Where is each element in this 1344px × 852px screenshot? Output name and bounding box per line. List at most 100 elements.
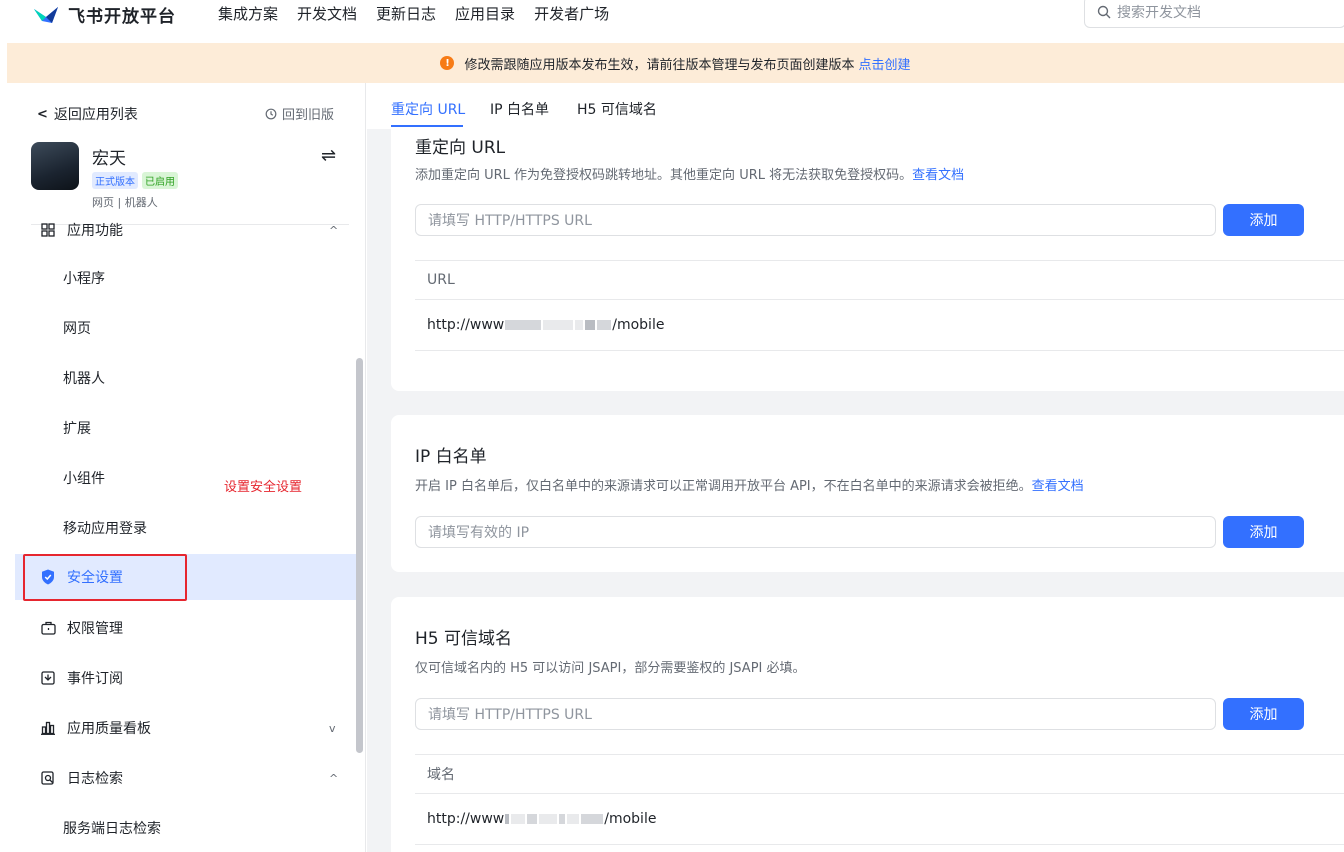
nav-menu: 集成方案 开发文档 更新日志 应用目录 开发者广场: [218, 3, 628, 24]
redacted-block: [505, 813, 510, 824]
notice-text: 修改需跟随应用版本发布生效，请前往版本管理与发布页面创建版本: [464, 57, 855, 73]
bar-chart-icon: [40, 720, 56, 736]
h5-domain-desc: 仅可信域名内的 H5 可以访问 JSAPI，部分需要鉴权的 JSAPI 必填。: [415, 661, 806, 676]
sidebar-item-label: 事件订阅: [67, 671, 123, 687]
sidebar-item-server-log-search[interactable]: 服务端日志检索: [7, 805, 357, 851]
h5-add-button[interactable]: 添加: [1223, 698, 1304, 730]
sidebar-item-label: 小组件: [63, 471, 105, 487]
input-placeholder: 请填写 HTTP/HTTPS URL: [428, 213, 592, 229]
redirect-url-card: 重定向 URL 添加重定向 URL 作为免登授权码跳转地址。其他重定向 URL …: [391, 129, 1344, 391]
brand-logo[interactable]: 飞书开放平台: [32, 2, 176, 27]
sidebar-item-web[interactable]: 网页: [7, 305, 357, 351]
back-to-app-list[interactable]: < 返回应用列表: [37, 104, 138, 124]
sidebar-item-quality-dashboard[interactable]: 应用质量看板 v: [7, 705, 357, 751]
ip-add-button[interactable]: 添加: [1223, 516, 1304, 548]
row-url-prefix: http://www: [427, 316, 505, 333]
tab-active-indicator: [391, 125, 463, 127]
sidebar-item-app-features[interactable]: 应用功能 ^: [7, 207, 357, 253]
nav-item-changelog[interactable]: 更新日志: [376, 3, 436, 24]
sidebar-item-bot[interactable]: 机器人: [7, 355, 357, 401]
app-avatar: [31, 142, 79, 190]
ip-whitelist-desc: 开启 IP 白名单后，仅白名单中的来源请求可以正常调用开放平台 API，不在白名…: [415, 475, 1084, 494]
feishu-logo-icon: [34, 6, 58, 23]
old-version-link[interactable]: 回到旧版: [265, 104, 334, 123]
redirect-doc-link[interactable]: 查看文档: [912, 168, 964, 183]
app-name: 宏天: [92, 149, 126, 169]
sidebar-item-mini-program[interactable]: 小程序: [7, 255, 357, 301]
briefcase-icon: [40, 620, 56, 636]
redacted-block: [567, 813, 580, 824]
redirect-url-input[interactable]: 请填写 HTTP/HTTPS URL: [415, 204, 1216, 236]
warning-icon: !: [440, 56, 455, 70]
switch-app-icon[interactable]: ⇌: [321, 145, 336, 166]
h5-table-header: 域名: [415, 754, 1344, 794]
redacted-block: [543, 319, 574, 330]
event-icon: [40, 670, 56, 686]
column-domain: 域名: [427, 767, 455, 783]
grid-icon: [40, 222, 56, 238]
search-placeholder: 搜索开发文档: [1117, 5, 1201, 21]
search-icon: [1097, 5, 1111, 19]
ip-doc-link[interactable]: 查看文档: [1032, 479, 1084, 494]
sidebar-item-extension[interactable]: 扩展: [7, 405, 357, 451]
nav-item-docs[interactable]: 开发文档: [297, 3, 357, 24]
sidebar-item-label: 网页: [63, 321, 91, 337]
tab-h5-trusted-domain[interactable]: H5 可信域名: [577, 99, 657, 119]
tab-ip-whitelist[interactable]: IP 白名单: [490, 99, 549, 119]
redacted-block: [539, 813, 558, 824]
sidebar-item-widget[interactable]: 小组件: [7, 455, 357, 501]
redirect-add-button[interactable]: 添加: [1223, 204, 1304, 236]
sidebar-item-label: 扩展: [63, 421, 91, 437]
nav-item-developer-plaza[interactable]: 开发者广场: [534, 3, 609, 24]
sidebar-item-label: 日志检索: [67, 771, 123, 787]
sidebar-item-label: 应用质量看板: [67, 721, 151, 737]
sidebar-item-permissions[interactable]: 权限管理: [7, 605, 357, 651]
table-row: http://www /mobile: [415, 299, 1344, 351]
tab-bar: 重定向 URL IP 白名单 H5 可信域名: [367, 83, 1344, 129]
sidebar-item-label: 权限管理: [67, 621, 123, 637]
input-placeholder: 请填写有效的 IP: [428, 525, 530, 541]
sidebar-item-label: 应用功能: [67, 223, 123, 239]
h5-trusted-domain-card: H5 可信域名 仅可信域名内的 H5 可以访问 JSAPI，部分需要鉴权的 JS…: [391, 597, 1344, 852]
redacted-block: [527, 813, 538, 824]
desc-text: 添加重定向 URL 作为免登授权码跳转地址。其他重定向 URL 将无法获取免登授…: [415, 168, 913, 183]
status-badge: 已启用: [142, 172, 178, 189]
nav-item-solutions[interactable]: 集成方案: [218, 3, 278, 24]
table-row: http://www /mobile: [415, 793, 1344, 845]
sidebar-item-event-subscription[interactable]: 事件订阅: [7, 655, 357, 701]
chevron-down-icon: v: [329, 721, 336, 735]
top-nav: 飞书开放平台 集成方案 开发文档 更新日志 应用目录 开发者广场 搜索开发文档: [0, 0, 1344, 43]
ip-input[interactable]: 请填写有效的 IP: [415, 516, 1216, 548]
brand-name: 飞书开放平台: [68, 7, 176, 27]
chevron-up-icon: ^: [329, 771, 339, 785]
redacted-block: [575, 319, 584, 330]
redacted-block: [559, 813, 566, 824]
redirect-table-header: URL: [415, 260, 1344, 300]
redirect-url-desc: 添加重定向 URL 作为免登授权码跳转地址。其他重定向 URL 将无法获取免登授…: [415, 164, 964, 183]
sidebar-scrollbar[interactable]: [356, 358, 363, 753]
row-domain-prefix: http://www: [427, 810, 505, 827]
sidebar-item-label: 移动应用登录: [63, 521, 147, 537]
sidebar-item-label: 服务端日志检索: [63, 821, 161, 837]
redacted-block: [581, 813, 604, 824]
chevron-left-icon: <: [37, 106, 48, 122]
sidebar-item-log-search[interactable]: 日志检索 ^: [7, 755, 357, 801]
version-badge: 正式版本: [92, 172, 138, 189]
h5-domain-input[interactable]: 请填写 HTTP/HTTPS URL: [415, 698, 1216, 730]
ip-whitelist-card: IP 白名单 开启 IP 白名单后，仅白名单中的来源请求可以正常调用开放平台 A…: [391, 415, 1344, 572]
chevron-up-icon: ^: [329, 223, 339, 237]
sidebar-item-label: 机器人: [63, 371, 105, 387]
tab-redirect-url[interactable]: 重定向 URL: [391, 99, 465, 119]
history-icon: [265, 108, 277, 119]
back-label: 返回应用列表: [53, 107, 138, 123]
search-input[interactable]: 搜索开发文档: [1084, 0, 1344, 28]
nav-item-app-directory[interactable]: 应用目录: [455, 3, 515, 24]
notice-create-link[interactable]: 点击创建: [859, 54, 911, 73]
old-version-label: 回到旧版: [282, 108, 335, 123]
app-badges: 正式版本 已启用: [92, 172, 182, 189]
input-placeholder: 请填写 HTTP/HTTPS URL: [428, 707, 592, 723]
main-content: 重定向 URL IP 白名单 H5 可信域名 重定向 URL 添加重定向 URL…: [367, 83, 1344, 852]
h5-domain-title: H5 可信域名: [415, 629, 513, 649]
highlight-annotation-box: [23, 554, 187, 601]
sidebar-item-mobile-login[interactable]: 移动应用登录: [7, 505, 357, 551]
